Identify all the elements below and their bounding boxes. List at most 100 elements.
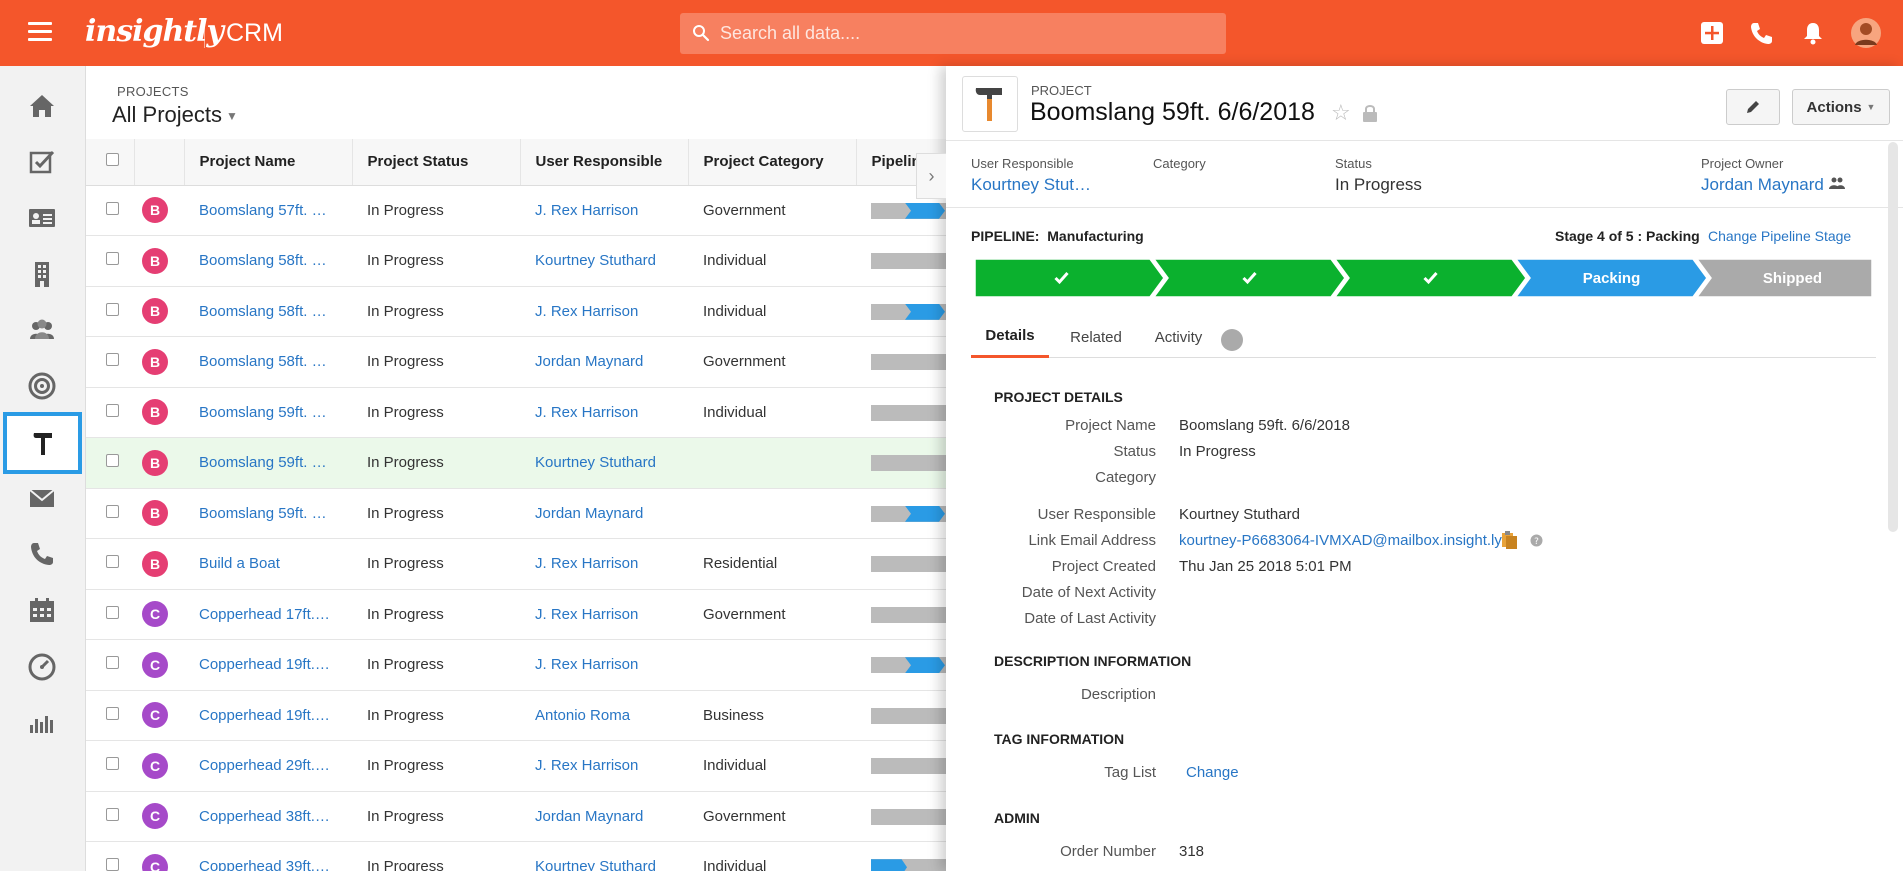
row-checkbox[interactable] xyxy=(106,454,119,468)
table-row[interactable]: B Boomslang 58ft. … In Progress J. Rex Harr… xyxy=(86,286,946,337)
user-responsible-link[interactable]: J. Rex Harrison xyxy=(520,589,688,640)
notifications-bell-icon[interactable] xyxy=(1800,20,1826,46)
change-pipeline-stage-link[interactable]: Change Pipeline Stage xyxy=(1708,228,1851,244)
star-icon[interactable]: ☆ xyxy=(1331,100,1351,126)
row-checkbox[interactable] xyxy=(106,504,119,518)
table-row[interactable]: C Copperhead 19ft.… In Progress J. Rex Harr… xyxy=(86,639,946,691)
app-title[interactable]: CRM xyxy=(226,19,283,48)
detail-scrollbar[interactable] xyxy=(1888,142,1898,532)
column-header-project-name[interactable]: Project Name xyxy=(184,139,353,186)
table-row[interactable]: C Copperhead 19ft.… In Progress Antonio Rom… xyxy=(86,690,946,741)
tag-change-link[interactable]: Change xyxy=(1186,764,1239,781)
nav-opportunities[interactable] xyxy=(0,358,84,414)
user-responsible-link[interactable]: J. Rex Harrison xyxy=(520,387,688,438)
nav-calendar[interactable] xyxy=(0,582,84,638)
menu-icon[interactable] xyxy=(28,22,52,42)
nav-dashboard[interactable] xyxy=(0,638,84,694)
pipeline-stage-1[interactable] xyxy=(974,259,1165,297)
user-responsible-link[interactable]: J. Rex Harrison xyxy=(520,538,688,590)
project-name-link[interactable]: Copperhead 19ft.… xyxy=(184,639,352,691)
summary-user-link[interactable]: Kourtney Stut… xyxy=(971,175,1091,195)
table-row[interactable]: B Build a Boat In Progress J. Rex Harrison R… xyxy=(86,538,946,590)
actions-button[interactable]: Actions ▼ xyxy=(1792,89,1890,125)
row-checkbox[interactable] xyxy=(106,807,119,821)
table-row[interactable]: B Boomslang 59ft. … In Progress J. Rex Harr… xyxy=(86,387,946,438)
project-name-link[interactable]: Boomslang 59ft. … xyxy=(184,437,352,489)
column-header-project-status[interactable]: Project Status xyxy=(352,139,521,186)
user-responsible-link[interactable]: Kourtney Stuthard xyxy=(520,841,688,871)
table-row[interactable]: C Copperhead 29ft.… In Progress J. Rex Harr… xyxy=(86,740,946,792)
add-icon[interactable] xyxy=(1699,20,1725,46)
nav-email[interactable] xyxy=(0,470,84,526)
copy-clipboard-icon[interactable] xyxy=(1499,530,1519,550)
help-icon[interactable]: ? xyxy=(1530,534,1543,547)
collapse-panel-handle[interactable]: › xyxy=(916,153,946,199)
extension-badge-icon[interactable] xyxy=(1221,329,1243,351)
user-responsible-link[interactable]: Jordan Maynard xyxy=(520,791,688,842)
phone-icon[interactable] xyxy=(1748,20,1774,46)
column-header-project-category[interactable]: Project Category xyxy=(688,139,857,186)
summary-owner-link[interactable]: Jordan Maynard xyxy=(1701,175,1845,195)
row-checkbox[interactable] xyxy=(106,656,119,670)
table-row[interactable]: C Copperhead 38ft.… In Progress Jordan Mayn… xyxy=(86,791,946,842)
table-row[interactable]: B Boomslang 57ft. … In Progress J. Rex Harr… xyxy=(86,185,946,236)
view-selector[interactable]: All Projects ▼ xyxy=(112,102,238,128)
user-avatar[interactable] xyxy=(1851,18,1881,48)
project-name-link[interactable]: Copperhead 19ft.… xyxy=(184,690,352,741)
nav-calls[interactable] xyxy=(0,526,84,582)
user-responsible-link[interactable]: Kourtney Stuthard xyxy=(520,235,688,287)
edit-button[interactable] xyxy=(1726,89,1780,125)
tab-activity[interactable]: Activity xyxy=(1141,316,1216,358)
user-responsible-link[interactable]: J. Rex Harrison xyxy=(520,185,688,236)
user-responsible-link[interactable]: J. Rex Harrison xyxy=(520,639,688,691)
project-name-link[interactable]: Build a Boat xyxy=(184,538,352,590)
table-row[interactable]: B Boomslang 58ft. … In Progress Kourtney St… xyxy=(86,235,946,287)
table-row[interactable]: B Boomslang 59ft. … In Progress Jordan Mayn… xyxy=(86,488,946,539)
tab-details[interactable]: Details xyxy=(971,316,1049,358)
nav-tasks[interactable] xyxy=(0,134,84,190)
project-name-link[interactable]: Copperhead 29ft.… xyxy=(184,740,352,792)
table-row[interactable]: B Boomslang 58ft. … In Progress Jordan Mayn… xyxy=(86,336,946,388)
user-responsible-link[interactable]: Jordan Maynard xyxy=(520,336,688,388)
brand-logo[interactable]: insightly xyxy=(85,14,224,49)
project-name-link[interactable]: Copperhead 38ft.… xyxy=(184,791,352,842)
column-header-user-responsible[interactable]: User Responsible xyxy=(520,139,689,186)
search-input[interactable] xyxy=(720,13,1220,54)
user-responsible-link[interactable]: J. Rex Harrison xyxy=(520,740,688,792)
row-checkbox[interactable] xyxy=(106,858,119,871)
nav-partners[interactable] xyxy=(0,302,84,358)
table-row[interactable]: C Copperhead 39ft.… In Progress Kourtney St… xyxy=(86,841,946,871)
table-row[interactable]: C Copperhead 17ft.… In Progress J. Rex Harr… xyxy=(86,589,946,640)
row-checkbox[interactable] xyxy=(106,353,119,367)
project-name-link[interactable]: Boomslang 58ft. … xyxy=(184,286,352,337)
nav-home[interactable] xyxy=(0,78,84,134)
nav-reports[interactable] xyxy=(0,694,84,750)
project-name-link[interactable]: Boomslang 58ft. … xyxy=(184,235,352,287)
nav-contacts[interactable] xyxy=(0,190,84,246)
nav-projects[interactable] xyxy=(3,412,82,474)
row-checkbox[interactable] xyxy=(106,555,119,569)
user-responsible-link[interactable]: Jordan Maynard xyxy=(520,488,688,539)
project-name-link[interactable]: Copperhead 17ft.… xyxy=(184,589,352,640)
row-checkbox[interactable] xyxy=(106,252,119,266)
field-value-email[interactable]: kourtney-P6683064-IVMXAD@mailbox.insight… xyxy=(1179,532,1502,549)
user-responsible-link[interactable]: Kourtney Stuthard xyxy=(520,437,688,489)
project-name-link[interactable]: Boomslang 57ft. … xyxy=(184,185,352,236)
nav-organizations[interactable] xyxy=(0,246,84,302)
row-checkbox[interactable] xyxy=(106,201,119,215)
row-checkbox[interactable] xyxy=(106,403,119,417)
project-name-link[interactable]: Boomslang 59ft. … xyxy=(184,488,352,539)
row-checkbox[interactable] xyxy=(106,302,119,316)
row-checkbox[interactable] xyxy=(106,605,119,619)
lock-icon[interactable] xyxy=(1362,104,1378,122)
table-row[interactable]: B Boomslang 59ft. … In Progress Kourtney St… xyxy=(86,437,946,489)
tab-related[interactable]: Related xyxy=(1056,316,1136,358)
select-all-checkbox[interactable] xyxy=(106,153,119,167)
user-responsible-link[interactable]: Antonio Roma xyxy=(520,690,688,741)
user-responsible-link[interactable]: J. Rex Harrison xyxy=(520,286,688,337)
project-name-link[interactable]: Boomslang 59ft. … xyxy=(184,387,352,438)
global-search[interactable] xyxy=(680,13,1226,54)
project-name-link[interactable]: Copperhead 39ft.… xyxy=(184,841,352,871)
project-name-link[interactable]: Boomslang 58ft. … xyxy=(184,336,352,388)
row-checkbox[interactable] xyxy=(106,706,119,720)
